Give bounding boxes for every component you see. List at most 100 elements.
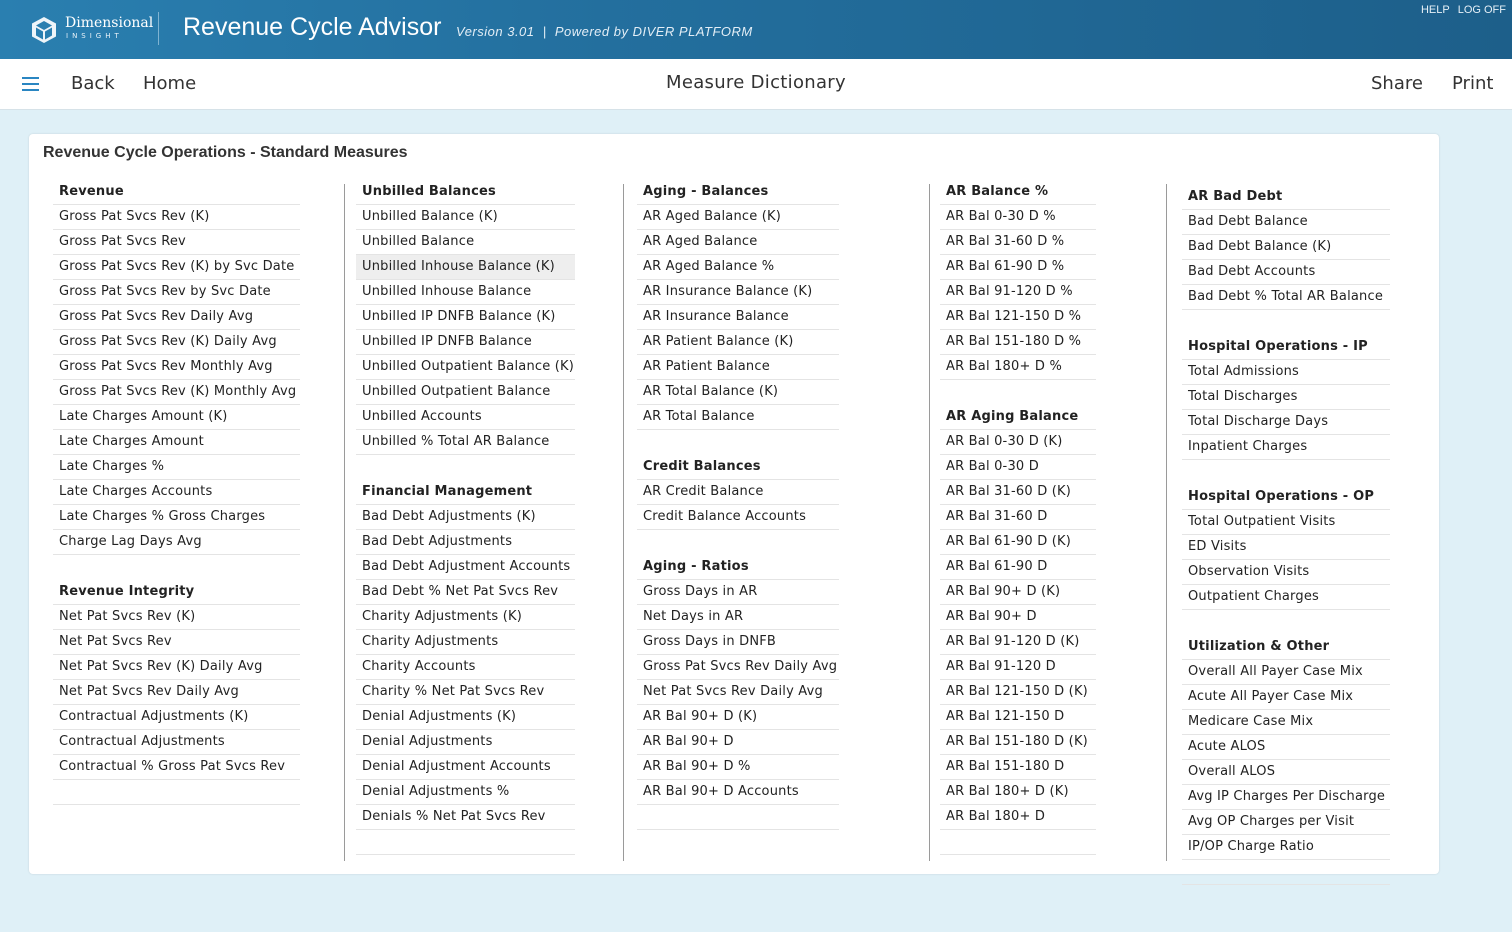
measure-link[interactable]: AR Bal 151-180 D (K) bbox=[940, 730, 1096, 755]
measure-link[interactable]: Unbilled Outpatient Balance (K) bbox=[356, 355, 575, 380]
measure-link[interactable]: Late Charges Amount (K) bbox=[53, 405, 300, 430]
measure-link[interactable]: AR Bal 31-60 D % bbox=[940, 230, 1096, 255]
measure-link[interactable]: Bad Debt Balance (K) bbox=[1182, 235, 1390, 260]
print-button[interactable]: Print bbox=[1452, 73, 1493, 94]
measure-link[interactable]: Gross Pat Svcs Rev bbox=[53, 230, 300, 255]
measure-link[interactable]: Overall ALOS bbox=[1182, 760, 1390, 785]
measure-link[interactable]: AR Bal 151-180 D % bbox=[940, 330, 1096, 355]
measure-link[interactable]: Contractual % Gross Pat Svcs Rev bbox=[53, 755, 300, 780]
measure-link[interactable]: Late Charges Accounts bbox=[53, 480, 300, 505]
measure-link[interactable]: ED Visits bbox=[1182, 535, 1390, 560]
measure-link[interactable]: Outpatient Charges bbox=[1182, 585, 1390, 610]
measure-link[interactable]: Gross Pat Svcs Rev Daily Avg bbox=[53, 305, 300, 330]
measure-link[interactable]: Bad Debt Adjustments bbox=[356, 530, 575, 555]
measure-link[interactable]: Gross Pat Svcs Rev (K) Daily Avg bbox=[53, 330, 300, 355]
measure-link[interactable]: Bad Debt Adjustments (K) bbox=[356, 505, 575, 530]
measure-link[interactable]: Total Discharges bbox=[1182, 385, 1390, 410]
measure-link[interactable]: AR Bal 61-90 D % bbox=[940, 255, 1096, 280]
measure-link[interactable]: IP/OP Charge Ratio bbox=[1182, 835, 1390, 860]
measure-link[interactable]: AR Bal 121-150 D % bbox=[940, 305, 1096, 330]
measure-link[interactable]: AR Bal 180+ D % bbox=[940, 355, 1096, 380]
measure-link[interactable]: Acute ALOS bbox=[1182, 735, 1390, 760]
measure-link[interactable]: AR Insurance Balance bbox=[637, 305, 839, 330]
measure-link[interactable]: AR Bal 90+ D (K) bbox=[940, 580, 1096, 605]
measure-link[interactable]: Contractual Adjustments bbox=[53, 730, 300, 755]
measure-link[interactable]: AR Bal 0-30 D bbox=[940, 455, 1096, 480]
measure-link[interactable]: Late Charges Amount bbox=[53, 430, 300, 455]
measure-link[interactable]: Inpatient Charges bbox=[1182, 435, 1390, 460]
measure-link[interactable]: Bad Debt Accounts bbox=[1182, 260, 1390, 285]
measure-link[interactable]: Charity Adjustments (K) bbox=[356, 605, 575, 630]
measure-link[interactable]: AR Bal 91-120 D bbox=[940, 655, 1096, 680]
measure-link[interactable]: Credit Balance Accounts bbox=[637, 505, 839, 530]
measure-link[interactable]: Gross Pat Svcs Rev (K) bbox=[53, 205, 300, 230]
measure-link[interactable]: Charity Adjustments bbox=[356, 630, 575, 655]
measure-link[interactable]: Bad Debt Balance bbox=[1182, 210, 1390, 235]
measure-link[interactable]: Overall All Payer Case Mix bbox=[1182, 660, 1390, 685]
measure-link[interactable]: Gross Pat Svcs Rev by Svc Date bbox=[53, 280, 300, 305]
measure-link[interactable]: AR Bal 90+ D % bbox=[637, 755, 839, 780]
measure-link[interactable]: AR Bal 151-180 D bbox=[940, 755, 1096, 780]
measure-link[interactable]: AR Aged Balance (K) bbox=[637, 205, 839, 230]
measure-link[interactable]: AR Total Balance bbox=[637, 405, 839, 430]
measure-link[interactable]: AR Bal 0-30 D % bbox=[940, 205, 1096, 230]
measure-link[interactable]: AR Bal 180+ D bbox=[940, 805, 1096, 830]
measure-link[interactable]: AR Bal 91-120 D (K) bbox=[940, 630, 1096, 655]
measure-link[interactable]: AR Patient Balance (K) bbox=[637, 330, 839, 355]
measure-link[interactable]: Denial Adjustments % bbox=[356, 780, 575, 805]
help-link[interactable]: HELP bbox=[1421, 4, 1450, 16]
measure-link[interactable]: AR Bal 91-120 D % bbox=[940, 280, 1096, 305]
measure-link[interactable]: Denial Adjustments bbox=[356, 730, 575, 755]
measure-link[interactable]: Observation Visits bbox=[1182, 560, 1390, 585]
measure-link[interactable]: AR Insurance Balance (K) bbox=[637, 280, 839, 305]
measure-link[interactable]: Net Pat Svcs Rev Daily Avg bbox=[53, 680, 300, 705]
measure-link[interactable]: Bad Debt Adjustment Accounts bbox=[356, 555, 575, 580]
measure-link[interactable]: AR Bal 90+ D bbox=[637, 730, 839, 755]
measure-link[interactable]: Net Days in AR bbox=[637, 605, 839, 630]
measure-link[interactable]: AR Aged Balance % bbox=[637, 255, 839, 280]
measure-link[interactable]: AR Bal 90+ D bbox=[940, 605, 1096, 630]
measure-link[interactable]: Net Pat Svcs Rev Daily Avg bbox=[637, 680, 839, 705]
measure-link[interactable]: Gross Days in AR bbox=[637, 580, 839, 605]
measure-link[interactable]: Net Pat Svcs Rev bbox=[53, 630, 300, 655]
measure-link[interactable]: Denial Adjustment Accounts bbox=[356, 755, 575, 780]
measure-link[interactable]: Unbilled Outpatient Balance bbox=[356, 380, 575, 405]
measure-link[interactable]: Unbilled IP DNFB Balance bbox=[356, 330, 575, 355]
measure-link[interactable]: AR Bal 31-60 D (K) bbox=[940, 480, 1096, 505]
measure-link[interactable]: Avg OP Charges per Visit bbox=[1182, 810, 1390, 835]
measure-link[interactable]: Unbilled Balance (K) bbox=[356, 205, 575, 230]
measure-link[interactable]: AR Aged Balance bbox=[637, 230, 839, 255]
measure-link[interactable]: Gross Pat Svcs Rev Daily Avg bbox=[637, 655, 839, 680]
measure-link[interactable]: Net Pat Svcs Rev (K) Daily Avg bbox=[53, 655, 300, 680]
measure-link[interactable]: AR Bal 90+ D Accounts bbox=[637, 780, 839, 805]
measure-link[interactable]: AR Bal 180+ D (K) bbox=[940, 780, 1096, 805]
measure-link[interactable]: AR Bal 90+ D (K) bbox=[637, 705, 839, 730]
measure-link[interactable]: Avg IP Charges Per Discharge bbox=[1182, 785, 1390, 810]
measure-link[interactable]: AR Bal 121-150 D (K) bbox=[940, 680, 1096, 705]
measure-link[interactable]: Denial Adjustments (K) bbox=[356, 705, 575, 730]
measure-link[interactable]: Total Outpatient Visits bbox=[1182, 510, 1390, 535]
measure-link[interactable]: Charity % Net Pat Svcs Rev bbox=[356, 680, 575, 705]
measure-link[interactable]: Medicare Case Mix bbox=[1182, 710, 1390, 735]
measure-link[interactable]: Gross Days in DNFB bbox=[637, 630, 839, 655]
measure-link[interactable]: Late Charges % Gross Charges bbox=[53, 505, 300, 530]
measure-link[interactable]: Contractual Adjustments (K) bbox=[53, 705, 300, 730]
measure-link[interactable]: Late Charges % bbox=[53, 455, 300, 480]
measure-link[interactable]: Charge Lag Days Avg bbox=[53, 530, 300, 555]
measure-link[interactable]: Bad Debt % Net Pat Svcs Rev bbox=[356, 580, 575, 605]
measure-link[interactable]: Bad Debt % Total AR Balance bbox=[1182, 285, 1390, 310]
measure-link[interactable]: AR Bal 0-30 D (K) bbox=[940, 430, 1096, 455]
measure-link[interactable]: Gross Pat Svcs Rev (K) by Svc Date bbox=[53, 255, 300, 280]
measure-link[interactable]: Acute All Payer Case Mix bbox=[1182, 685, 1390, 710]
measure-link[interactable]: AR Credit Balance bbox=[637, 480, 839, 505]
measure-link[interactable]: Net Pat Svcs Rev (K) bbox=[53, 605, 300, 630]
share-button[interactable]: Share bbox=[1371, 73, 1423, 94]
measure-link[interactable]: Unbilled % Total AR Balance bbox=[356, 430, 575, 455]
measure-link[interactable]: Denials % Net Pat Svcs Rev bbox=[356, 805, 575, 830]
measure-link[interactable]: Unbilled Inhouse Balance bbox=[356, 280, 575, 305]
measure-link[interactable]: AR Total Balance (K) bbox=[637, 380, 839, 405]
measure-link[interactable]: AR Bal 61-90 D bbox=[940, 555, 1096, 580]
measure-link[interactable]: Unbilled Accounts bbox=[356, 405, 575, 430]
measure-link[interactable]: Unbilled IP DNFB Balance (K) bbox=[356, 305, 575, 330]
measure-link[interactable]: Gross Pat Svcs Rev (K) Monthly Avg bbox=[53, 380, 300, 405]
